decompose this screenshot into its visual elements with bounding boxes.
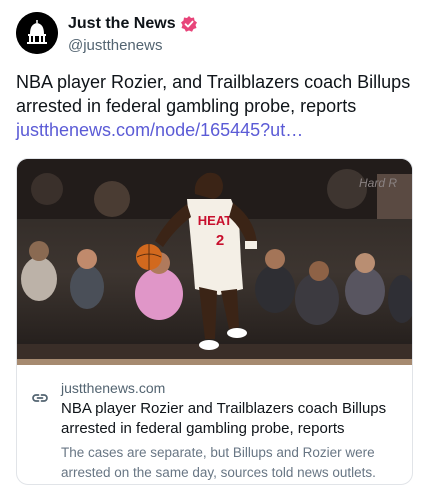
post-header: Just the News @justthenews — [16, 12, 416, 56]
post: Just the News @justthenews NBA player Ro… — [0, 0, 429, 500]
capitol-logo-icon — [16, 12, 58, 54]
basketball-player-photo: HEAT 2 Hard R — [17, 159, 412, 365]
svg-text:Hard R: Hard R — [359, 176, 397, 190]
jersey-number: 2 — [216, 232, 224, 249]
post-body: NBA player Rozier, and Trailblazers coac… — [16, 72, 411, 116]
handle[interactable]: @justthenews — [68, 36, 198, 56]
verified-badge-icon — [180, 15, 198, 33]
post-link[interactable]: justthenews.com/node/165445?ut… — [16, 120, 303, 140]
account-names: Just the News @justthenews — [68, 14, 198, 56]
jersey-text: HEAT — [198, 213, 232, 228]
link-preview-card[interactable]: HEAT 2 Hard R justthenews.com NBA player… — [16, 158, 413, 485]
card-domain[interactable]: justthenews.com — [61, 379, 406, 397]
display-name[interactable]: Just the News — [68, 14, 176, 34]
card-image[interactable]: HEAT 2 Hard R — [17, 159, 412, 365]
post-text: NBA player Rozier, and Trailblazers coac… — [16, 70, 412, 142]
avatar[interactable] — [16, 12, 58, 54]
card-text: justthenews.com NBA player Rozier and Tr… — [61, 379, 406, 483]
link-icon — [31, 389, 49, 407]
card-description: The cases are separate, but Billups and … — [61, 445, 376, 480]
card-title[interactable]: NBA player Rozier and Trailblazers coach… — [61, 399, 406, 439]
display-name-row[interactable]: Just the News — [68, 14, 198, 34]
